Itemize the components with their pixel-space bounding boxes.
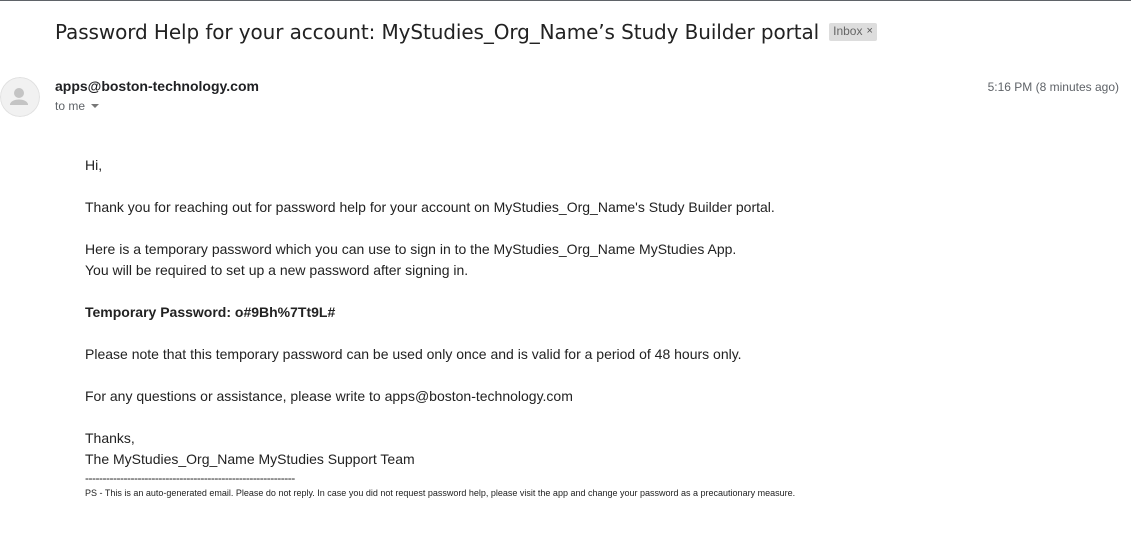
remove-label-icon[interactable]: ×: [866, 24, 872, 39]
body-paragraph-3: Please note that this temporary password…: [85, 346, 742, 362]
inbox-label-text: Inbox: [833, 24, 863, 38]
sender-avatar-icon[interactable]: [0, 77, 40, 117]
greeting: Hi,: [85, 157, 103, 173]
email-subject: Password Help for your account: MyStudie…: [55, 20, 820, 44]
signature-divider: ----------------------------------------…: [85, 471, 295, 485]
temporary-password: Temporary Password: o#9Bh%7Tt9L#: [85, 304, 336, 320]
sender-address[interactable]: apps@boston-technology.com: [55, 78, 259, 94]
closing: Thanks,: [85, 430, 135, 446]
email-body: Hi, Thank you for reaching out for passw…: [85, 155, 1085, 500]
body-paragraph-2-line-2: You will be required to set up a new pas…: [85, 262, 469, 278]
body-paragraph-2-line-1: Here is a temporary password which you c…: [85, 241, 737, 257]
recipient-line[interactable]: to me: [55, 99, 100, 113]
inbox-label[interactable]: Inbox ×: [829, 23, 877, 41]
email-timestamp: 5:16 PM (8 minutes ago): [987, 80, 1119, 94]
caret-down-icon[interactable]: [91, 104, 100, 108]
body-paragraph-1: Thank you for reaching out for password …: [85, 199, 775, 215]
subject-row: Password Help for your account: MyStudie…: [55, 20, 877, 44]
recipient-text: to me: [55, 99, 86, 113]
signature: The MyStudies_Org_Name MyStudies Support…: [85, 451, 415, 467]
ps-note: PS - This is an auto-generated email. Pl…: [85, 488, 796, 498]
top-divider: [0, 0, 1131, 1]
body-paragraph-4: For any questions or assistance, please …: [85, 388, 573, 404]
